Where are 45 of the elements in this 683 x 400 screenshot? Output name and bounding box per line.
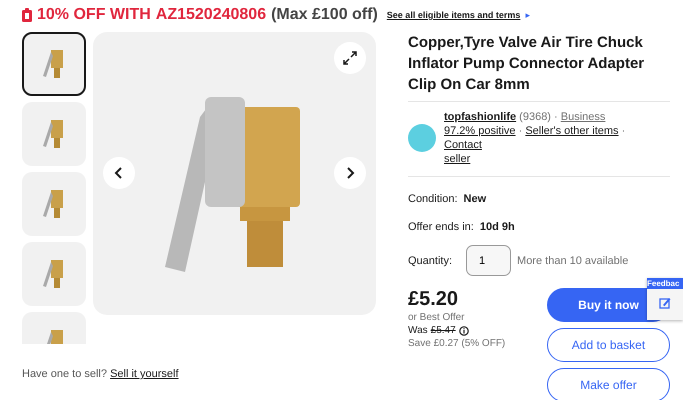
- thumbnail[interactable]: [22, 172, 86, 236]
- offer-label: Offer ends in:: [408, 221, 474, 233]
- price: £5.20: [408, 288, 460, 311]
- feedback-count: (9368): [519, 111, 551, 123]
- availability-text: More than 10 available: [517, 254, 628, 266]
- sell-prompt: Have one to sell?: [22, 368, 107, 380]
- next-button[interactable]: [334, 157, 366, 189]
- savings-text: Save £0.27 (5% OFF): [408, 337, 506, 350]
- thumbnail[interactable]: [22, 102, 86, 166]
- arrow-icon: ▸: [525, 10, 530, 20]
- action-button[interactable]: Add to basket: [547, 328, 670, 362]
- edit-icon: [659, 297, 671, 309]
- best-offer-text: or Best Offer: [408, 311, 466, 324]
- action-button[interactable]: Make offer: [547, 368, 670, 400]
- business-link[interactable]: Business: [560, 111, 606, 123]
- previous-button[interactable]: [103, 157, 135, 189]
- quantity-field[interactable]: 1: [466, 245, 512, 276]
- offer-value: 10d 9h: [480, 221, 515, 233]
- discount-text: 10% OFF WITH: [37, 6, 151, 24]
- info-icon[interactable]: [458, 326, 469, 336]
- tag-icon: [22, 8, 32, 22]
- expand-icon: [342, 50, 358, 66]
- feedback-menu[interactable]: Feedbac: [647, 278, 683, 320]
- other-items-link[interactable]: Seller's other items: [525, 125, 619, 137]
- expand-button[interactable]: [334, 42, 366, 74]
- sell-link[interactable]: Sell it yourself: [110, 368, 179, 380]
- separator-dot: ·: [622, 125, 626, 137]
- contact-link[interactable]: Contact seller: [444, 138, 490, 166]
- terms-link[interactable]: See all eligible items and terms: [386, 10, 520, 20]
- condition-label: Condition:: [408, 193, 458, 205]
- thumbnail[interactable]: [22, 32, 86, 96]
- quantity-label: Quantity:: [408, 254, 452, 266]
- discount-cap: (Max £100 off): [271, 6, 378, 24]
- seller-avatar: [408, 124, 436, 152]
- coupon-code: AZ1520240806: [156, 6, 266, 24]
- seller-name-link[interactable]: topfashionlife: [444, 111, 516, 123]
- feedback-label[interactable]: Feedbac: [647, 278, 683, 289]
- condition-value: New: [464, 193, 486, 205]
- product-title: Copper,Tyre Valve Air Tire Chuck Inflator Pump Connector Adapter Clip On Car 8mm: [408, 33, 646, 95]
- positive-link[interactable]: 97.2% positive: [444, 125, 516, 137]
- separator-dot: ·: [518, 125, 522, 137]
- was-price: £5.47: [430, 324, 456, 337]
- was-label: Was: [408, 324, 428, 337]
- thumbnail[interactable]: [22, 242, 86, 306]
- separator-dot: ·: [554, 111, 558, 123]
